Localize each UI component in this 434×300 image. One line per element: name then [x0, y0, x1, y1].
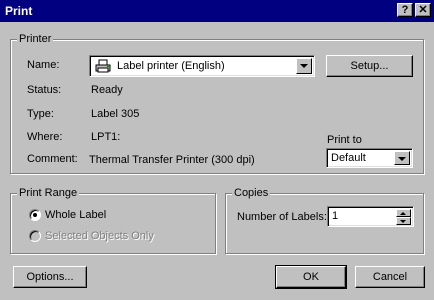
number-of-labels-value[interactable]: 1: [332, 209, 338, 223]
number-of-labels-spinner[interactable]: 1: [327, 206, 414, 227]
copies-group-label: Copies: [232, 186, 271, 200]
spin-down-icon[interactable]: [396, 217, 411, 225]
printer-name-select[interactable]: Label printer (English): [89, 55, 315, 77]
print-to-select[interactable]: Default: [326, 148, 413, 168]
selected-objects-radio[interactable]: [29, 230, 41, 242]
print-to-value: Default: [331, 152, 366, 164]
ok-button[interactable]: OK: [275, 265, 347, 289]
help-button[interactable]: ?: [397, 3, 413, 17]
spin-up-icon[interactable]: [396, 209, 411, 217]
print-range-group-label: Print Range: [17, 186, 80, 200]
setup-button[interactable]: Setup...: [326, 55, 413, 77]
printer-name-value: Label printer (English): [117, 60, 225, 72]
whole-label-text[interactable]: Whole Label: [45, 208, 106, 222]
comment-value: Thermal Transfer Printer (300 dpi): [89, 154, 255, 166]
selected-objects-text[interactable]: Selected Objects Only: [45, 229, 154, 243]
comment-label: Comment:: [27, 153, 78, 165]
title-bar[interactable]: Print ? ✕: [0, 0, 434, 22]
printer-icon: [95, 59, 111, 73]
print-to-label: Print to: [327, 134, 362, 146]
number-of-labels-label: Number of Labels:: [237, 211, 327, 223]
options-button[interactable]: Options...: [13, 266, 87, 288]
type-value: Label 305: [91, 108, 140, 120]
close-button[interactable]: ✕: [415, 3, 431, 17]
cancel-button[interactable]: Cancel: [355, 266, 425, 288]
type-label: Type:: [27, 108, 54, 120]
print-dialog: Print ? ✕ Printer Name: Label printer (E…: [0, 0, 434, 300]
printer-group-label: Printer: [17, 32, 54, 46]
chevron-down-icon[interactable]: [394, 151, 410, 165]
status-label: Status:: [27, 84, 62, 96]
whole-label-radio[interactable]: [29, 209, 41, 221]
name-label: Name:: [27, 59, 60, 71]
chevron-down-icon[interactable]: [296, 58, 312, 74]
where-label: Where:: [27, 131, 63, 143]
status-value: Ready: [91, 84, 123, 96]
where-value: LPT1:: [91, 131, 121, 143]
print-range-group: Print Range: [10, 186, 216, 254]
window-title: Print: [5, 4, 33, 18]
